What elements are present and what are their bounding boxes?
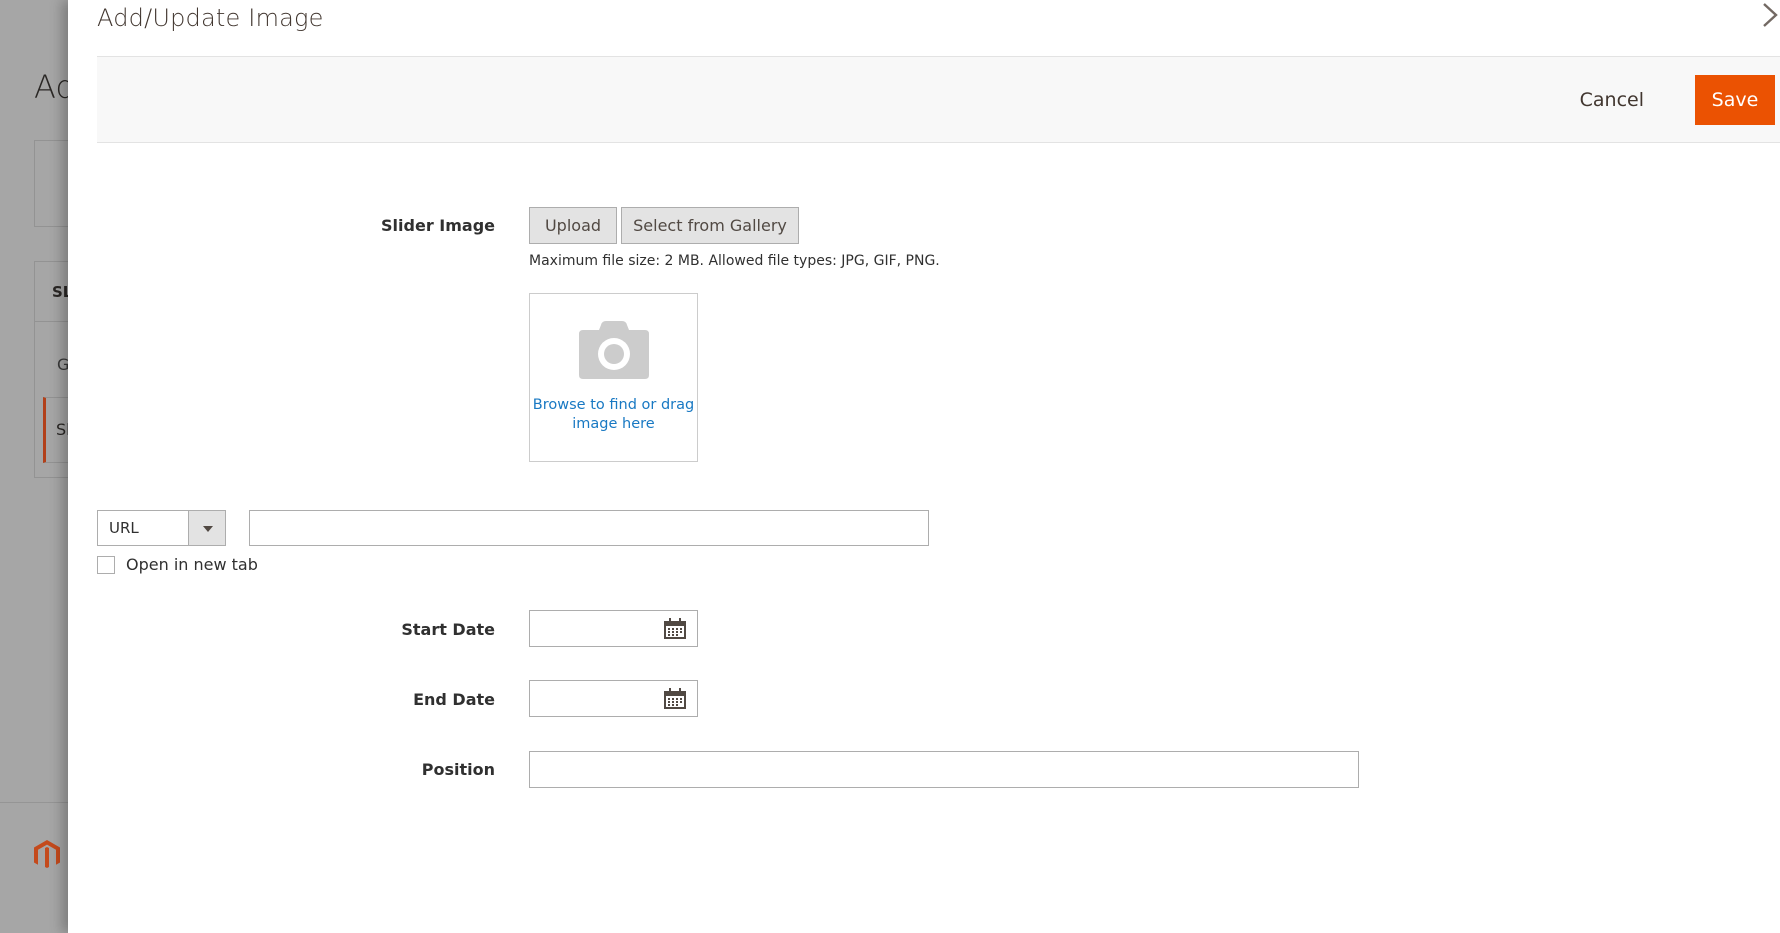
end-date-field[interactable] [529, 680, 698, 717]
link-type-select[interactable]: URL [97, 510, 226, 546]
file-size-help-text: Maximum file size: 2 MB. Allowed file ty… [529, 253, 940, 269]
position-input[interactable] [529, 751, 1359, 788]
modal-action-bar: Cancel Save [97, 56, 1780, 143]
image-dropzone[interactable]: Browse to find or drag image here [529, 293, 698, 462]
add-update-image-modal: Add/Update Image Cancel Save Slider Imag… [68, 0, 1780, 933]
position-label: Position [421, 760, 495, 779]
open-in-new-tab-checkbox[interactable] [97, 556, 115, 574]
end-date-label: End Date [413, 690, 495, 709]
link-type-selected-value: URL [109, 519, 139, 537]
cancel-button[interactable]: Cancel [1570, 75, 1654, 125]
select-from-gallery-button[interactable]: Select from Gallery [621, 207, 799, 244]
end-date-input[interactable] [530, 681, 660, 716]
calendar-icon[interactable] [663, 688, 687, 710]
dropzone-text: Browse to find or drag image here [532, 397, 695, 432]
start-date-input[interactable] [530, 611, 660, 646]
calendar-icon[interactable] [663, 618, 687, 640]
start-date-label: Start Date [401, 620, 495, 639]
camera-icon [579, 321, 649, 379]
upload-button[interactable]: Upload [529, 207, 617, 244]
close-icon[interactable] [1756, 0, 1780, 30]
slider-image-label: Slider Image [381, 216, 495, 235]
save-button[interactable]: Save [1695, 75, 1775, 125]
link-url-input[interactable] [249, 510, 929, 546]
open-in-new-tab-label[interactable]: Open in new tab [126, 555, 258, 574]
chevron-down-icon[interactable] [188, 511, 225, 545]
start-date-field[interactable] [529, 610, 698, 647]
modal-title: Add/Update Image [97, 4, 324, 32]
magento-logo-icon [34, 840, 60, 868]
